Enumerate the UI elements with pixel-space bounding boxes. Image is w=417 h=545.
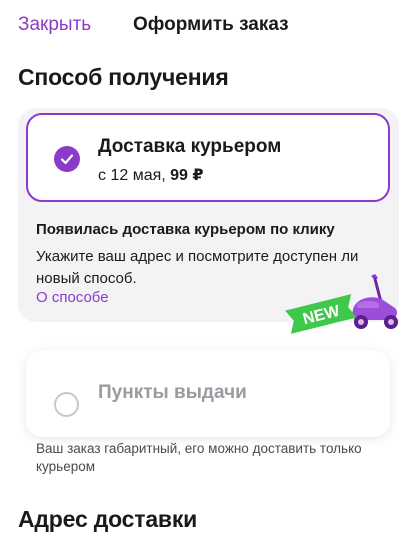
- page-title: Оформить заказ: [133, 14, 289, 35]
- courier-delivery-price: 99 ₽: [170, 167, 204, 184]
- scooter-icon: [352, 274, 398, 329]
- promo-title: Появилась доставка курьером по клику: [36, 221, 335, 238]
- radio-checked-icon[interactable]: [54, 146, 80, 172]
- top-bar: Закрыть Оформить заказ: [0, 0, 417, 50]
- new-scooter-badge-icon: NEW: [285, 274, 398, 334]
- courier-option-details: с 12 мая, 99 ₽: [98, 165, 204, 185]
- courier-option-title: Доставка курьером: [98, 136, 282, 157]
- close-button[interactable]: Закрыть: [18, 14, 91, 36]
- pickup-option-title: Пункты выдачи: [98, 382, 247, 403]
- delivery-address-heading: Адрес доставки: [18, 506, 198, 532]
- pickup-points-option[interactable]: Пункты выдачи: [26, 350, 390, 437]
- about-method-link[interactable]: О способе: [36, 289, 109, 306]
- radio-unchecked-icon[interactable]: [54, 392, 79, 417]
- courier-delivery-option[interactable]: Доставка курьером с 12 мая, 99 ₽: [26, 113, 390, 202]
- pickup-unavailable-note: Ваш заказ габаритный, его можно доставит…: [36, 441, 362, 474]
- receiving-method-heading: Способ получения: [18, 64, 229, 90]
- courier-delivery-date: с 12 мая,: [98, 167, 166, 184]
- new-ribbon: NEW: [285, 294, 357, 334]
- check-icon: [60, 154, 74, 165]
